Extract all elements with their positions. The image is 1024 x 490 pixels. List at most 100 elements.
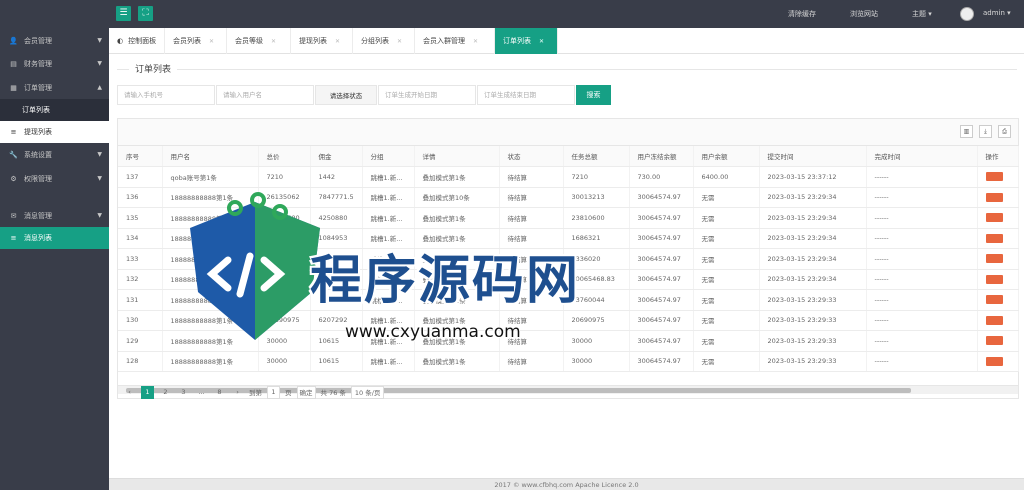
column-header: 详情 (414, 146, 500, 167)
edit-button[interactable] (985, 233, 1003, 243)
page-size-select[interactable]: 10 条/页 (350, 385, 385, 399)
edit-button[interactable] (985, 213, 1003, 223)
page-2-button[interactable]: 2 (159, 386, 172, 399)
next-page-button[interactable]: › (231, 386, 244, 399)
table-cell: 2023-03-15 23:29:34 (759, 207, 867, 229)
edit-button[interactable] (985, 336, 1003, 346)
table-cell: 跳槽1.新... (362, 207, 415, 229)
status-select[interactable]: 请选择状态 (315, 85, 377, 105)
sidebar-item-messages[interactable]: ✉ 消息管理 ▼ (0, 205, 109, 227)
table-cell: 18888888888第1条 (162, 228, 259, 249)
tab-label: 会员入群管理 (423, 37, 465, 45)
page-last-button[interactable]: 8 (213, 386, 226, 399)
close-icon[interactable]: ✕ (397, 38, 402, 45)
sidebar-item-label: 订单列表 (22, 106, 50, 114)
edit-button[interactable] (985, 356, 1003, 366)
table-row[interactable]: 132 18888888888第1条 20065468.83 6019640.6 跳槽1… (118, 269, 1019, 290)
end-date-input[interactable] (477, 85, 575, 105)
table-row[interactable]: 131 18888888888第1条 8376004 4383373 跳槽1.新... 叠… (118, 289, 1019, 311)
table-row[interactable]: 129 18888888888第1条 30000 10615 跳槽1.新... 叠加模式第… (118, 330, 1019, 352)
edit-button[interactable] (985, 295, 1003, 305)
sidebar-item-members[interactable]: 👤 会员管理 ▼ (0, 30, 109, 52)
start-date-input[interactable] (378, 85, 476, 105)
columns-icon[interactable]: ▥ (960, 125, 973, 138)
tab-group-list[interactable]: 分组列表 ✕ (353, 28, 415, 54)
sidebar-item-orders[interactable]: ▦ 订单管理 ▲ (0, 77, 109, 99)
table-cell: 30064574.97 (629, 330, 694, 352)
tab-member-group-manage[interactable]: 会员入群管理 ✕ (415, 28, 495, 54)
table-cell: ------ (866, 248, 978, 270)
column-header: 任务总额 (563, 146, 630, 167)
close-icon[interactable]: ✕ (473, 38, 478, 45)
table-row[interactable]: 128 18888888888第1条 30000 10615 跳槽1.新... 叠加模式第… (118, 351, 1019, 372)
table-cell: 26135062 (258, 187, 311, 208)
column-header: 序号 (118, 146, 163, 167)
user-dropdown[interactable]: admin ▾ (983, 9, 1011, 17)
search-button[interactable]: 搜索 (576, 85, 611, 105)
table-cell: 18888888888第1条 (162, 330, 259, 352)
sidebar-item-message-list[interactable]: ≡ 消息列表 (0, 227, 109, 249)
page-1-button[interactable]: 1 (141, 385, 154, 399)
table-cell: 30064574.97 (629, 310, 694, 331)
table-cell: ------ (866, 228, 978, 249)
table-cell: 7847771.5 (310, 187, 363, 208)
table-cell: 30000 (563, 351, 630, 372)
close-icon[interactable]: ✕ (209, 38, 214, 45)
table-cell: 30000 (258, 330, 311, 352)
browse-site-link[interactable]: 浏览网站 (850, 9, 878, 19)
table-cell: 134 (118, 228, 163, 249)
tab-withdraw-list[interactable]: 提现列表 ✕ (291, 28, 353, 54)
edit-button[interactable] (985, 315, 1003, 325)
tab-label: 分组列表 (361, 37, 389, 45)
goto-confirm-button[interactable]: 确定 (296, 385, 316, 399)
table-cell: 18888888888第1条 (162, 207, 259, 229)
edit-button[interactable] (985, 274, 1003, 284)
tab-bar: ◐ 控制面板 会员列表 ✕ 会员等级 ✕ 提现列表 ✕ 分组列表 ✕ 会员入群管理 ✕ 订… (109, 28, 1024, 54)
edit-button[interactable] (985, 192, 1003, 202)
close-icon[interactable]: ✕ (539, 38, 544, 45)
edit-button[interactable] (985, 254, 1003, 264)
table-cell: 1300806.5 (310, 248, 363, 270)
table-cell: 跳槽1.新... (362, 351, 415, 372)
sidebar-item-finance[interactable]: ▤ 财务管理 ▼ (0, 53, 109, 75)
avatar[interactable] (960, 7, 974, 21)
close-icon[interactable]: ✕ (335, 38, 340, 45)
sidebar-item-withdraw-list[interactable]: ≡ 提现列表 (0, 121, 109, 143)
goto-page-input[interactable]: 1 (267, 385, 280, 399)
export-icon[interactable]: ⤓ (979, 125, 992, 138)
phone-input[interactable] (117, 85, 215, 105)
table-cell: 叠加模式第10条 (414, 187, 500, 208)
clear-cache-link[interactable]: 清除缓存 (788, 9, 816, 19)
table-cell: 6400.00 (693, 166, 760, 188)
table-cell: ------ (866, 269, 978, 290)
order-table-box: ▥ ⤓ ⎙ 序号 用户名 总价 佣金 分组 详情 状态 任务总额 用户冻结余额 用户余额 提交时间完… (117, 118, 1019, 399)
table-cell: 待结算 (499, 207, 564, 229)
theme-dropdown[interactable]: 主题 ▾ (912, 9, 932, 19)
fullscreen-icon[interactable]: ⛶ (138, 6, 153, 21)
table-row[interactable]: 136 18888888888第1条 26135062 7847771.5 跳槽1.新.… (118, 187, 1019, 208)
tab-order-list[interactable]: 订单列表 ✕ (495, 28, 558, 54)
table-row[interactable]: 133 18888888888第1条 4336020 1300806.5 跳槽1.新..… (118, 248, 1019, 270)
tab-dashboard[interactable]: ◐ 控制面板 (109, 28, 165, 54)
table-row[interactable]: 135 18888888888第1条 14189600 4250880 跳槽1.新...… (118, 207, 1019, 229)
close-icon[interactable]: ✕ (271, 38, 276, 45)
page-3-button[interactable]: 3 (177, 386, 190, 399)
table-row[interactable]: 137 qoba账号第1条 7210 1442 跳槽1.新... 叠加模式第1条 待结算 72… (118, 166, 1019, 188)
tab-member-level[interactable]: 会员等级 ✕ (227, 28, 291, 54)
table-row[interactable]: 130 18888888888第1条 20690975 6207292 跳槽1.新...… (118, 310, 1019, 331)
table-cell: 无需 (693, 269, 760, 290)
column-header: 状态 (499, 146, 564, 167)
wrench-icon: 🔧 (9, 151, 18, 159)
username-input[interactable] (216, 85, 314, 105)
print-icon[interactable]: ⎙ (998, 125, 1011, 138)
pagination: ‹ 1 2 3 ... 8 › 到第 1 页 确定 共 76 条 10 条/页 (123, 384, 385, 400)
sidebar-item-system-settings[interactable]: 🔧 系统设置 ▼ (0, 144, 109, 166)
sidebar-item-order-list[interactable]: 订单列表 (0, 99, 109, 121)
menu-toggle-icon[interactable]: ☰ (116, 6, 131, 21)
tab-member-list[interactable]: 会员列表 ✕ (165, 28, 227, 54)
table-row[interactable]: 134 18888888888第1条 1686321 1084953 跳槽1.新... 叠… (118, 228, 1019, 249)
table-cell: ------ (866, 289, 978, 311)
prev-page-button[interactable]: ‹ (123, 386, 136, 399)
sidebar-item-permissions[interactable]: ⚙ 权限管理 ▼ (0, 168, 109, 190)
edit-button[interactable] (985, 172, 1003, 182)
